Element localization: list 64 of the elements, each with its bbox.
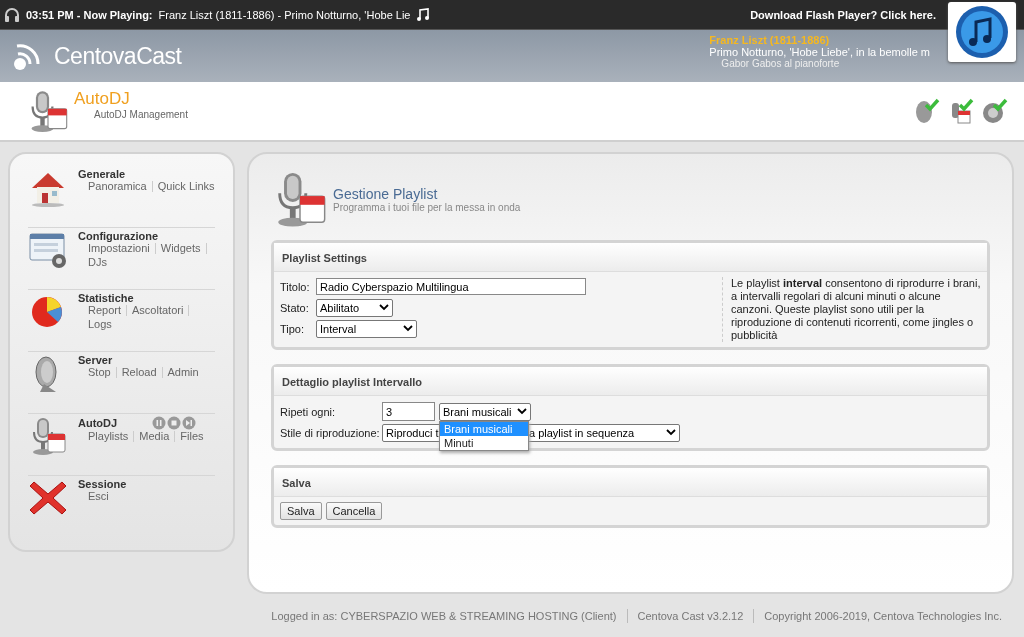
field-label: Stile di riproduzione: bbox=[280, 426, 381, 439]
chevron-down-icon bbox=[379, 304, 389, 311]
performer-name: Gabor Gabos al pianoforte bbox=[720, 58, 840, 70]
speaker-check-icon[interactable] bbox=[980, 97, 1008, 125]
footer-text: Centova Cast v3.2.12 bbox=[637, 610, 744, 622]
now-playing-label: 03:51 PM - Now Playing: bbox=[26, 8, 153, 21]
now-playing-track: Franz Liszt (1811-1886) - Primo Notturno, 'Hobe Lie bbox=[158, 8, 411, 21]
menu-section-title: Server bbox=[78, 354, 113, 366]
chevron-down-icon bbox=[666, 429, 676, 436]
menu-link[interactable]: Quick Links bbox=[157, 180, 215, 193]
section-heading: Gestione Playlist bbox=[333, 186, 439, 202]
headphones-icon bbox=[4, 6, 20, 23]
number-field[interactable]: 3 bbox=[382, 402, 435, 421]
pause-icon[interactable] bbox=[151, 416, 166, 430]
window-gear-icon bbox=[28, 230, 68, 270]
section-subtitle: Programma i tuoi file per la messa in onda bbox=[333, 202, 521, 213]
menu-link[interactable]: Reload bbox=[121, 366, 157, 379]
field-label: Tipo: bbox=[280, 322, 306, 335]
form-button[interactable]: Cancella bbox=[325, 502, 383, 520]
menu-link[interactable]: Media bbox=[139, 430, 170, 443]
select-dropdown[interactable]: Interval bbox=[316, 319, 417, 338]
stop-icon[interactable] bbox=[166, 416, 181, 430]
menu-link[interactable]: DJs bbox=[88, 256, 107, 269]
card-title: Playlist Settings bbox=[282, 252, 367, 264]
menu-link[interactable]: Files bbox=[180, 430, 204, 443]
menu-link[interactable]: Widgets bbox=[160, 242, 201, 255]
menu-link[interactable]: Report bbox=[88, 304, 122, 317]
menu-section-title: Generale bbox=[78, 168, 126, 180]
page-subtitle: AutoDJ Management bbox=[93, 108, 188, 120]
menu-link[interactable]: Esci bbox=[88, 490, 109, 503]
menu-link[interactable]: Logs bbox=[88, 318, 112, 331]
flash-player-link[interactable]: Download Flash Player? Click here. bbox=[750, 8, 936, 21]
menu-section-title: Statistiche bbox=[78, 292, 134, 304]
field-label: Titolo: bbox=[280, 280, 311, 293]
menu-link[interactable]: Panoramica bbox=[88, 180, 147, 193]
chevron-down-icon bbox=[403, 325, 413, 332]
menu-section-title: Sessione bbox=[78, 478, 127, 490]
card-title: Dettaglio playlist Intervallo bbox=[282, 376, 422, 388]
artist-name: Franz Liszt (1811-1886) bbox=[709, 34, 830, 46]
menu-section-title: AutoDJ bbox=[78, 417, 118, 429]
dropdown-option[interactable]: Brani musicali bbox=[440, 421, 528, 436]
music-note-icon bbox=[416, 7, 431, 22]
text-field[interactable]: Radio Cyberspazio Multilingua bbox=[316, 278, 586, 295]
menu-link[interactable]: Ascoltatori bbox=[132, 304, 184, 317]
field-label: Ripeti ogni: bbox=[280, 405, 337, 418]
page-title: AutoDJ bbox=[74, 88, 131, 109]
footer-text: Logged in as: CYBERSPAZIO WEB & STREAMING HOSTING (Client) bbox=[271, 610, 617, 622]
select-dropdown[interactable]: Brani musicali bbox=[439, 402, 532, 421]
music-note-icon bbox=[954, 4, 1010, 60]
select-dropdown[interactable]: Abilitato bbox=[316, 298, 393, 317]
form-button[interactable]: Salva bbox=[280, 502, 322, 520]
chevron-down-icon bbox=[517, 408, 528, 415]
menu-link[interactable]: Stop bbox=[88, 366, 111, 379]
logo-text: CentovaCast bbox=[54, 42, 182, 70]
menu-link[interactable]: Playlists bbox=[88, 430, 129, 443]
menu-link[interactable]: Impostazioni bbox=[88, 242, 150, 255]
skip-icon[interactable] bbox=[181, 416, 196, 430]
help-text: Le playlist interval consentono di riprodurre i brani, a intervalli regolari di alcuni minuti o alcune canzoni. Queste playlist sono utili per la riproduzione di contenuti ricorrenti, come jingles o pubblicità bbox=[722, 277, 981, 342]
menu-section-title: Configurazione bbox=[78, 230, 159, 242]
track-title: Primo Notturno, 'Hobe Liebe', in la bemolle m bbox=[709, 46, 930, 58]
card-title: Salva bbox=[282, 477, 311, 489]
field-label: Stato: bbox=[280, 301, 310, 314]
menu-link[interactable]: Admin bbox=[167, 366, 199, 379]
footer-text: Copyright 2006-2019, Centova Technologies Inc. bbox=[764, 610, 1002, 622]
